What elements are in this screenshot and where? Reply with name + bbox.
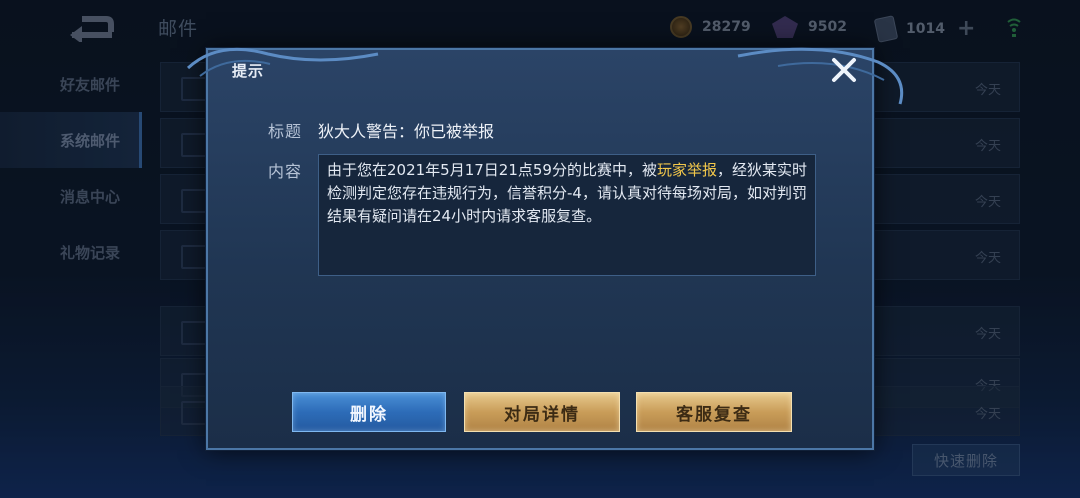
- subject-value: 狄大人警告：你已被举报: [318, 122, 495, 141]
- report-warning-dialog: 提示 标题 狄大人警告：你已被举报 内容 由于您在2021年5月17日21点59…: [186, 47, 904, 450]
- close-button[interactable]: [828, 54, 860, 86]
- content-label: 内容: [268, 162, 303, 181]
- content-text-pre: 由于您在2021年5月17日21点59分的比赛中，被: [327, 161, 657, 179]
- delete-button[interactable]: 删除: [292, 392, 446, 432]
- match-detail-button[interactable]: 对局详情: [464, 392, 620, 432]
- player-report-link[interactable]: 玩家举报: [657, 161, 717, 179]
- content-text-box: 由于您在2021年5月17日21点59分的比赛中，被玩家举报，经狄某实时检测判定…: [318, 154, 816, 276]
- dialog-ornament-icon: [186, 47, 904, 105]
- dialog-title: 提示: [232, 62, 265, 80]
- close-icon: [832, 58, 856, 82]
- service-review-button[interactable]: 客服复查: [636, 392, 792, 432]
- subject-label: 标题: [268, 122, 303, 141]
